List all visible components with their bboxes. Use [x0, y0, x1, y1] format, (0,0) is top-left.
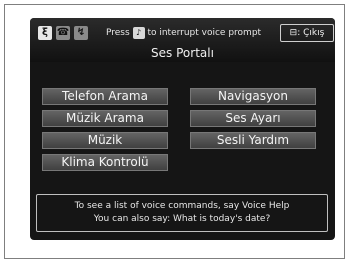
navigasyon-button[interactable]: Navigasyon: [190, 88, 316, 105]
talk-button-icon: ♪: [132, 26, 145, 39]
muzik-arama-button[interactable]: Müzik Arama: [42, 110, 168, 127]
exit-button[interactable]: ⊟: Çıkış: [280, 24, 334, 42]
signal-status-icon: ↯: [74, 26, 88, 40]
prompt-post-text: to interrupt voice prompt: [147, 28, 262, 38]
muzik-button[interactable]: Müzik: [42, 132, 168, 149]
sesli-yardim-button[interactable]: Sesli Yardım: [190, 132, 316, 149]
telefon-arama-button[interactable]: Telefon Arama: [42, 88, 168, 105]
voice-prompt-hint: Press ♪ to interrupt voice prompt: [106, 25, 261, 41]
klima-kontrolu-button[interactable]: Klima Kontrolü: [42, 154, 168, 171]
help-line-1: To see a list of voice commands, say Voi…: [74, 201, 290, 211]
phone-status-icon: ☎: [56, 26, 70, 40]
voice-status-icon: ξ: [38, 26, 52, 40]
manual-figure-frame: ξ ☎ ↯ Press ♪ to interrupt voice prompt …: [4, 4, 345, 259]
voice-help-box: To see a list of voice commands, say Voi…: [36, 194, 328, 232]
top-status-bar: ξ ☎ ↯ Press ♪ to interrupt voice prompt …: [30, 18, 335, 62]
exit-label: : Çıkış: [297, 28, 325, 38]
voice-portal-screen: ξ ☎ ↯ Press ♪ to interrupt voice prompt …: [30, 18, 335, 240]
page-title: Ses Portalı: [151, 46, 214, 60]
prompt-pre-text: Press: [106, 28, 130, 38]
ses-ayari-button[interactable]: Ses Ayarı: [190, 110, 316, 127]
help-line-2: You can also say: What is today's date?: [93, 214, 271, 224]
